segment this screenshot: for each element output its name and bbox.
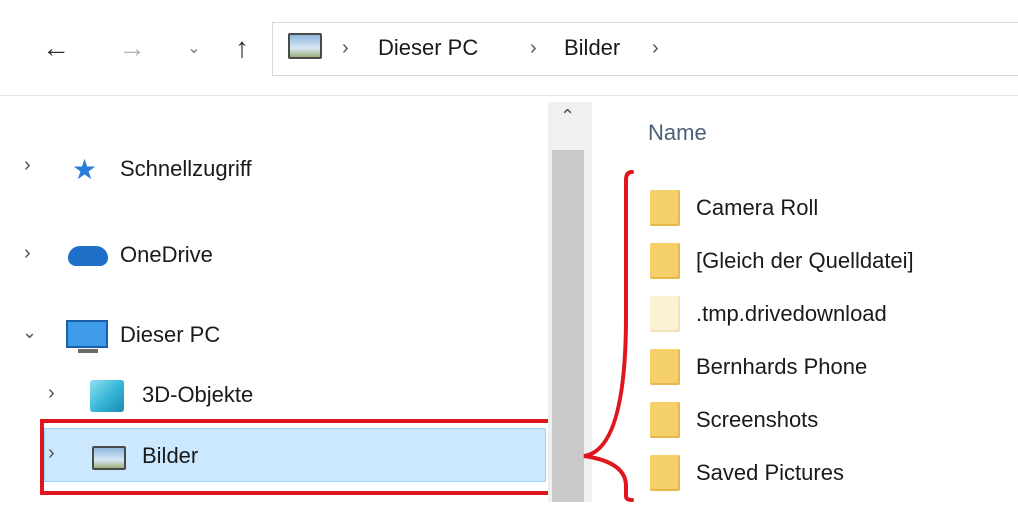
folder-icon (650, 402, 680, 438)
folder-icon (650, 349, 680, 385)
list-item[interactable]: Screenshots (650, 400, 818, 440)
column-header-name[interactable]: Name (648, 120, 707, 146)
breadcrumb-separator-icon[interactable]: › (342, 30, 349, 66)
forward-button[interactable]: → (112, 30, 152, 66)
arrow-right-icon: → (118, 32, 146, 63)
monitor-stand-icon (78, 349, 98, 353)
sidebar-item-3d-objekte[interactable]: 3D-Objekte (142, 382, 253, 408)
pictures-icon (288, 33, 322, 59)
breadcrumb-dieser-pc[interactable]: Dieser PC (378, 30, 478, 66)
folder-icon (650, 243, 680, 279)
arrow-up-icon: ↑ (235, 32, 249, 63)
chevron-down-icon: ⌄ (187, 40, 201, 57)
folder-icon (650, 296, 680, 332)
breadcrumb-separator-icon[interactable]: › (530, 30, 537, 66)
up-button[interactable]: ↑ (222, 30, 262, 66)
sidebar-item-dieser-pc[interactable]: Dieser PC (120, 322, 220, 348)
recent-locations-button[interactable]: ⌄ (182, 30, 206, 66)
folder-icon (650, 190, 680, 226)
file-name: Bernhards Phone (696, 354, 868, 379)
arrow-left-icon: ← (42, 32, 70, 63)
list-item[interactable]: Camera Roll (650, 188, 818, 228)
file-name: Camera Roll (696, 195, 819, 220)
annotation-brace (583, 170, 634, 502)
cloud-icon (68, 246, 108, 266)
file-name: Screenshots (696, 407, 819, 432)
list-item[interactable]: .tmp.drivedownload (650, 294, 887, 334)
list-item[interactable]: [Gleich der Quelldatei] (650, 241, 914, 281)
file-name: [Gleich der Quelldatei] (696, 248, 914, 273)
breadcrumb-separator-icon[interactable]: › (652, 30, 659, 66)
sidebar-item-schnellzugriff[interactable]: Schnellzugriff (120, 156, 252, 182)
breadcrumb-bilder[interactable]: Bilder (564, 30, 620, 66)
expand-chevron-icon[interactable]: › (24, 154, 31, 177)
monitor-icon (66, 320, 108, 348)
back-button[interactable]: ← (36, 30, 76, 66)
cube-icon (90, 380, 124, 412)
sidebar-item-onedrive[interactable]: OneDrive (120, 242, 213, 268)
list-item[interactable]: Saved Pictures (650, 453, 844, 493)
list-item[interactable]: Bernhards Phone (650, 347, 867, 387)
file-name: Saved Pictures (696, 460, 844, 485)
scroll-up-arrow-icon[interactable]: ⌃ (560, 106, 575, 127)
folder-icon (650, 455, 680, 491)
expand-chevron-icon[interactable]: › (48, 382, 55, 405)
collapse-chevron-icon[interactable]: ⌄ (22, 322, 37, 343)
highlight-box (40, 419, 560, 495)
expand-chevron-icon[interactable]: › (24, 242, 31, 265)
star-icon: ★ (72, 154, 98, 185)
file-name: .tmp.drivedownload (696, 301, 887, 326)
